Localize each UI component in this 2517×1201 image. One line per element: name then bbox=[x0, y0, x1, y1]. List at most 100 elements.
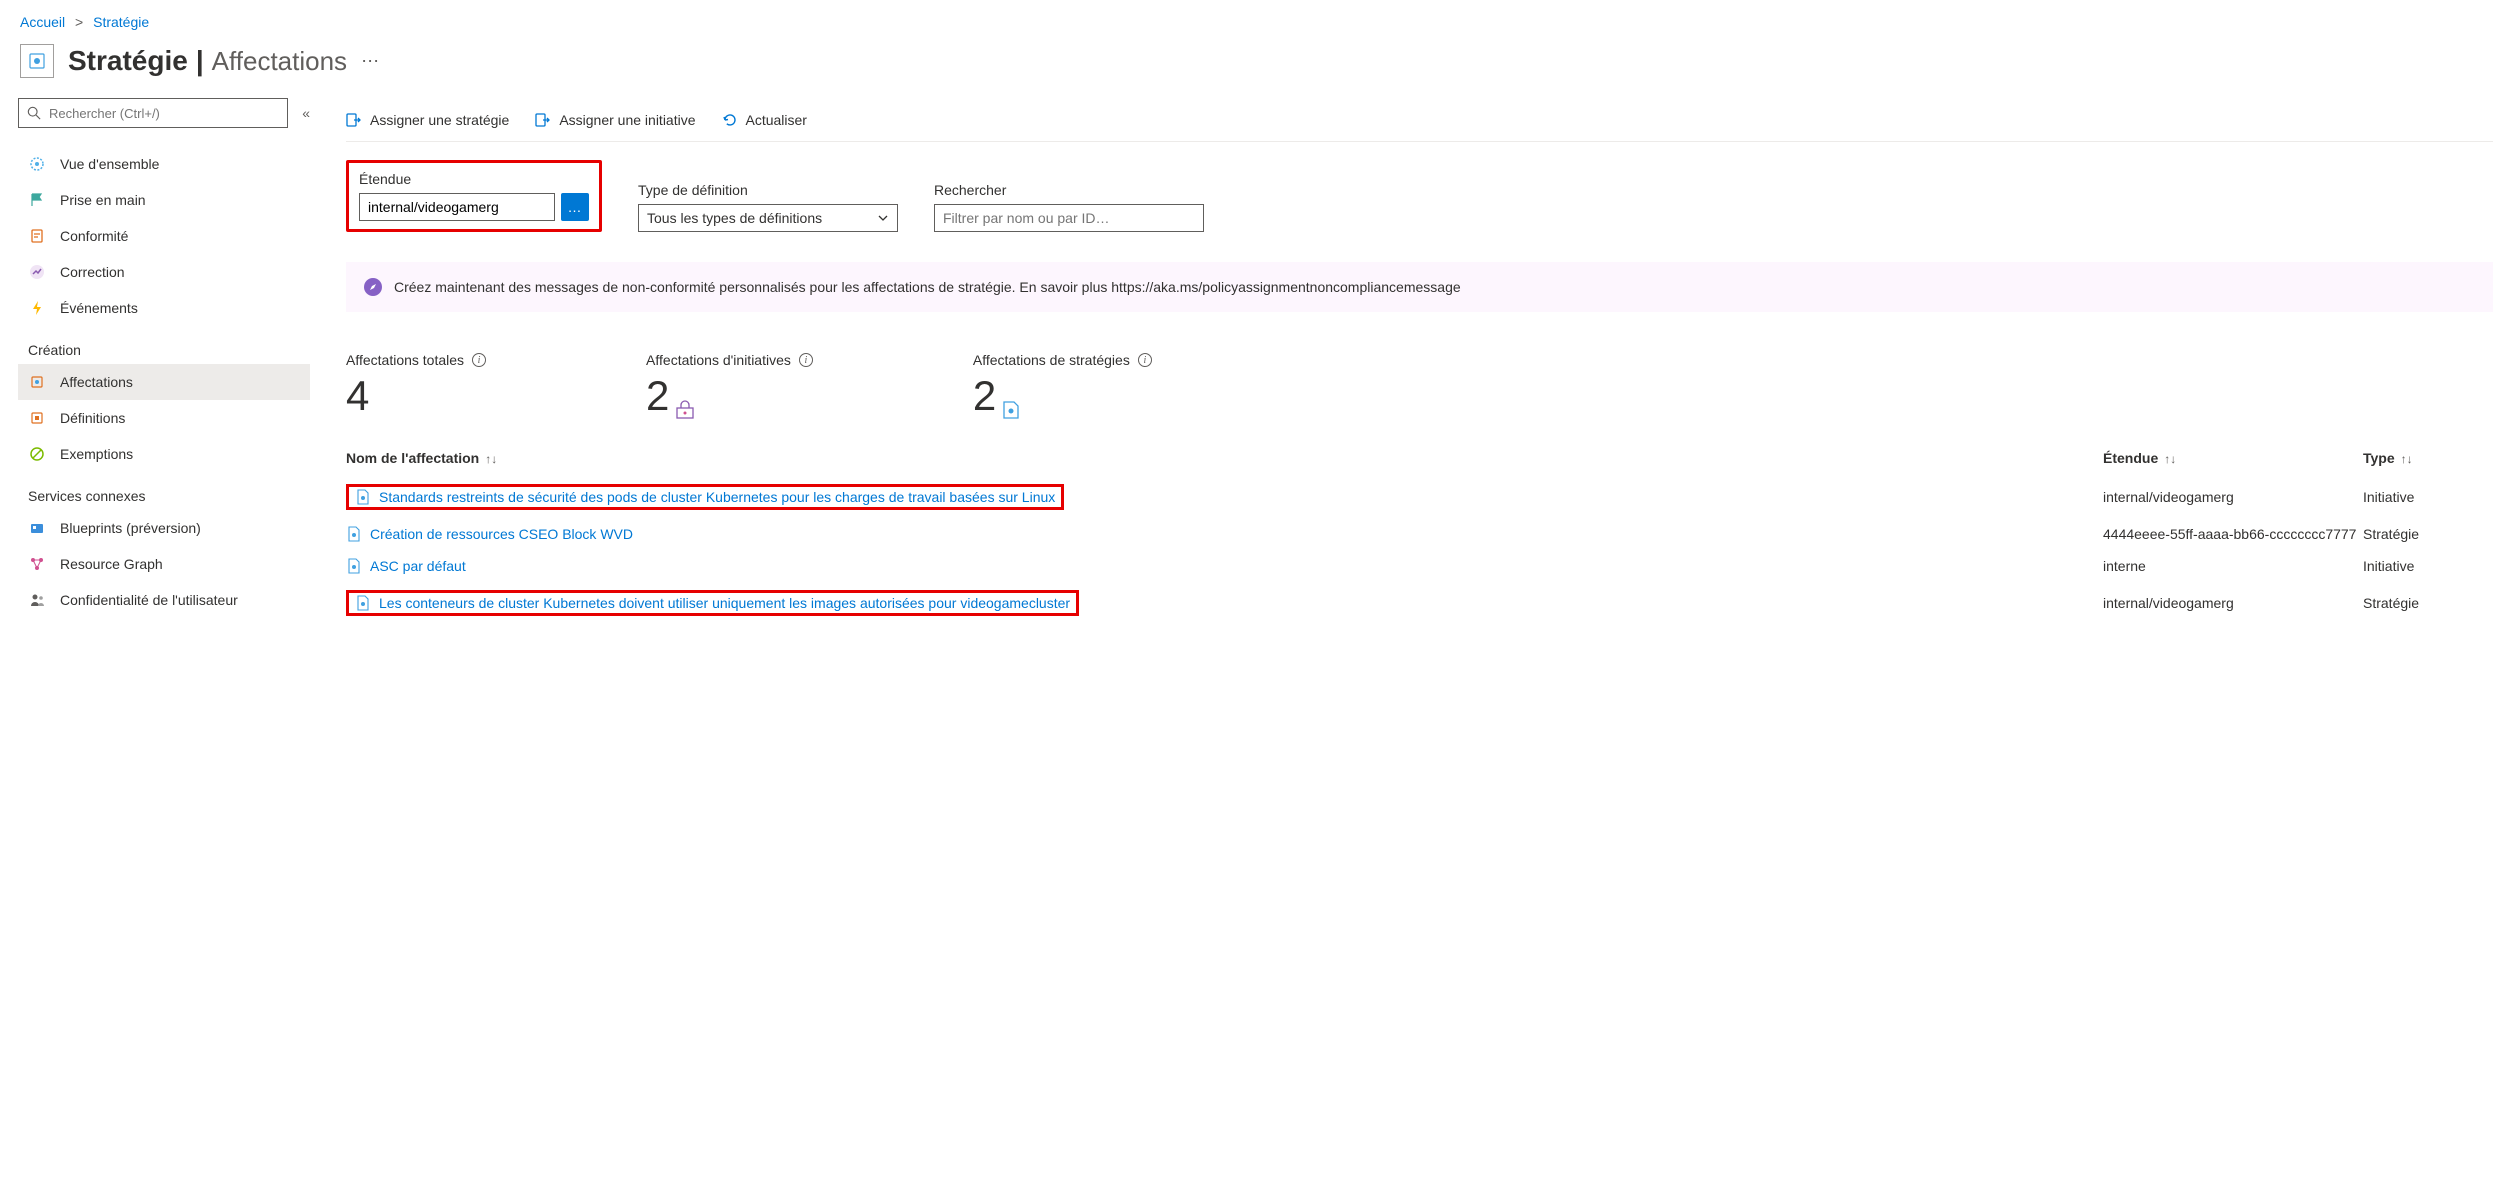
toolbar-label: Assigner une initiative bbox=[559, 112, 695, 128]
search-icon bbox=[27, 106, 41, 120]
definition-type-label: Type de définition bbox=[638, 182, 898, 198]
breadcrumb-separator: > bbox=[75, 14, 83, 30]
table-row: Les conteneurs de cluster Kubernetes doi… bbox=[346, 582, 2493, 624]
refresh-button[interactable]: Actualiser bbox=[722, 112, 807, 128]
scope-highlight: Étendue … bbox=[346, 160, 602, 232]
stat-initiatives: Affectations d'initiatives i 2 bbox=[646, 352, 813, 420]
cell-type: Stratégie bbox=[2363, 595, 2493, 611]
sidebar-item-label: Blueprints (préversion) bbox=[60, 520, 201, 536]
sidebar-item-compliance[interactable]: Conformité bbox=[18, 218, 310, 254]
sidebar-item-label: Confidentialité de l'utilisateur bbox=[60, 592, 238, 608]
policy-icon bbox=[20, 44, 54, 78]
compliance-icon bbox=[28, 227, 46, 245]
sidebar-item-events[interactable]: Événements bbox=[18, 290, 310, 326]
info-icon[interactable]: i bbox=[472, 353, 486, 367]
title-separator: | bbox=[196, 45, 204, 77]
scope-picker-button[interactable]: … bbox=[561, 193, 589, 221]
sidebar-item-privacy[interactable]: Confidentialité de l'utilisateur bbox=[18, 582, 310, 618]
sidebar-search-input[interactable] bbox=[49, 106, 279, 121]
stats-row: Affectations totales i 4 Affectations d'… bbox=[346, 352, 2493, 420]
assignment-link[interactable]: ASC par défaut bbox=[370, 558, 466, 574]
definitions-icon bbox=[28, 409, 46, 427]
assign-initiative-button[interactable]: Assigner une initiative bbox=[535, 112, 695, 128]
flag-icon bbox=[28, 191, 46, 209]
filter-search-input[interactable] bbox=[934, 204, 1204, 232]
assign-policy-button[interactable]: Assigner une stratégie bbox=[346, 112, 509, 128]
sidebar-search[interactable] bbox=[18, 98, 288, 128]
sidebar-item-resource-graph[interactable]: Resource Graph bbox=[18, 546, 310, 582]
sidebar-item-blueprints[interactable]: Blueprints (préversion) bbox=[18, 510, 310, 546]
initiative-icon bbox=[675, 400, 695, 420]
refresh-icon bbox=[722, 112, 738, 128]
scope-label: Étendue bbox=[359, 171, 589, 187]
sidebar-item-definitions[interactable]: Définitions bbox=[18, 400, 310, 436]
info-icon[interactable]: i bbox=[799, 353, 813, 367]
column-header-name[interactable]: Nom de l'affectation↑↓ bbox=[346, 450, 2103, 466]
policy-doc-icon bbox=[346, 526, 362, 542]
cell-scope: internal/videogamerg bbox=[2103, 489, 2363, 505]
sidebar-item-label: Exemptions bbox=[60, 446, 133, 462]
lightning-icon bbox=[28, 299, 46, 317]
sidebar-item-label: Conformité bbox=[60, 228, 128, 244]
cell-name: Les conteneurs de cluster Kubernetes doi… bbox=[346, 590, 2103, 616]
breadcrumb-current[interactable]: Stratégie bbox=[93, 14, 149, 30]
search-label: Rechercher bbox=[934, 182, 1204, 198]
info-icon[interactable]: i bbox=[1138, 353, 1152, 367]
sort-icon: ↑↓ bbox=[485, 452, 497, 466]
policy-doc-icon bbox=[1002, 400, 1020, 420]
table-header-row: Nom de l'affectation↑↓ Étendue↑↓ Type↑↓ bbox=[346, 440, 2493, 476]
sidebar-item-assignments[interactable]: Affectations bbox=[18, 364, 310, 400]
chevron-down-icon bbox=[877, 212, 889, 224]
breadcrumb-home[interactable]: Accueil bbox=[20, 14, 65, 30]
exemptions-icon bbox=[28, 445, 46, 463]
filter-bar: Étendue … Type de définition Tous les ty… bbox=[346, 142, 2493, 244]
cell-scope: internal/videogamerg bbox=[2103, 595, 2363, 611]
sidebar-item-exemptions[interactable]: Exemptions bbox=[18, 436, 310, 472]
assignments-table: Nom de l'affectation↑↓ Étendue↑↓ Type↑↓ … bbox=[346, 440, 2493, 624]
sidebar-item-label: Resource Graph bbox=[60, 556, 163, 572]
policy-doc-icon bbox=[355, 489, 371, 505]
overview-icon bbox=[28, 155, 46, 173]
policy-doc-icon bbox=[355, 595, 371, 611]
page-title: Stratégie | Affectations bbox=[68, 45, 347, 77]
cell-type: Initiative bbox=[2363, 558, 2493, 574]
sidebar-item-getting-started[interactable]: Prise en main bbox=[18, 182, 310, 218]
table-row: Création de ressources CSEO Block WVD 444… bbox=[346, 518, 2493, 550]
toolbar-label: Actualiser bbox=[746, 112, 807, 128]
assignment-link[interactable]: Création de ressources CSEO Block WVD bbox=[370, 526, 633, 542]
graph-icon bbox=[28, 555, 46, 573]
blueprints-icon bbox=[28, 519, 46, 537]
banner-text: Créez maintenant des messages de non-con… bbox=[394, 279, 1461, 295]
stat-policies: Affectations de stratégies i 2 bbox=[973, 352, 1152, 420]
sidebar-item-overview[interactable]: Vue d'ensemble bbox=[18, 146, 310, 182]
toolbar-label: Assigner une stratégie bbox=[370, 112, 509, 128]
column-header-scope[interactable]: Étendue↑↓ bbox=[2103, 450, 2363, 466]
sidebar-section-creation: Création bbox=[18, 326, 310, 364]
stat-total: Affectations totales i 4 bbox=[346, 352, 486, 420]
assignment-link[interactable]: Standards restreints de sécurité des pod… bbox=[379, 489, 1055, 505]
table-row: ASC par défaut interneInitiative bbox=[346, 550, 2493, 582]
cell-type: Stratégie bbox=[2363, 526, 2493, 542]
collapse-sidebar-button[interactable]: « bbox=[302, 105, 310, 121]
main-content: Assigner une stratégie Assigner une init… bbox=[310, 98, 2517, 648]
assignment-link[interactable]: Les conteneurs de cluster Kubernetes doi… bbox=[379, 595, 1070, 611]
cell-scope: interne bbox=[2103, 558, 2363, 574]
stat-label-text: Affectations totales bbox=[346, 352, 464, 368]
user-privacy-icon bbox=[28, 591, 46, 609]
cell-scope: 4444eeee-55ff-aaaa-bb66-cccccccc7777 bbox=[2103, 526, 2363, 542]
page-title-main: Stratégie bbox=[68, 45, 188, 77]
sidebar-item-label: Correction bbox=[60, 264, 125, 280]
cell-name: Standards restreints de sécurité des pod… bbox=[346, 484, 2103, 510]
sidebar-item-remediation[interactable]: Correction bbox=[18, 254, 310, 290]
more-actions-button[interactable]: ⋯ bbox=[361, 51, 380, 72]
remediation-icon bbox=[28, 263, 46, 281]
scope-input[interactable] bbox=[359, 193, 555, 221]
select-value: Tous les types de définitions bbox=[647, 210, 822, 226]
breadcrumb: Accueil > Stratégie bbox=[0, 0, 2517, 34]
column-header-type[interactable]: Type↑↓ bbox=[2363, 450, 2493, 466]
sidebar-item-label: Définitions bbox=[60, 410, 125, 426]
assignments-icon bbox=[28, 373, 46, 391]
definition-type-select[interactable]: Tous les types de définitions bbox=[638, 204, 898, 232]
toolbar: Assigner une stratégie Assigner une init… bbox=[346, 98, 2493, 142]
sort-icon: ↑↓ bbox=[2401, 452, 2413, 466]
